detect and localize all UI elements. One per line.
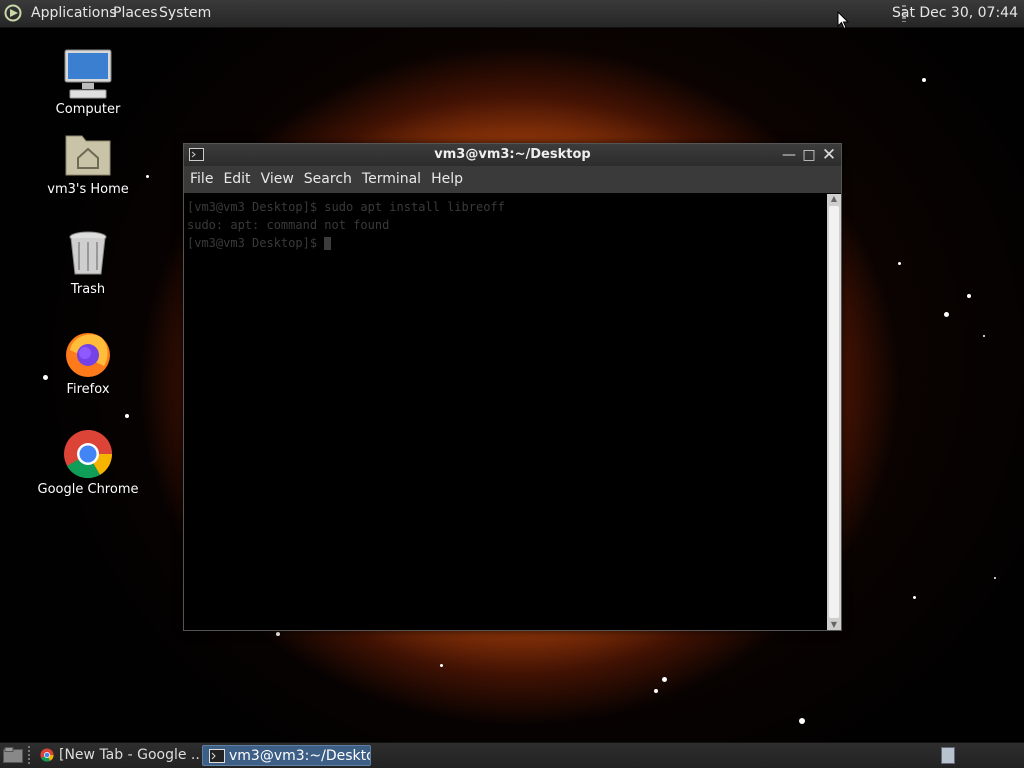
star — [276, 632, 280, 636]
menu-help[interactable]: Help — [426, 166, 468, 193]
star — [922, 78, 926, 82]
scroll-up-icon[interactable]: ▲ — [827, 194, 841, 204]
close-button[interactable]: ✕ — [821, 147, 837, 164]
trash-icon — [62, 228, 114, 280]
chrome-icon — [62, 428, 114, 480]
computer-icon — [62, 48, 114, 100]
places-menu[interactable]: Places — [113, 0, 158, 27]
star — [799, 718, 805, 724]
terminal-icon — [209, 749, 225, 763]
star — [662, 677, 667, 682]
desktop-icon-trash[interactable]: Trash — [33, 228, 143, 297]
menu-search[interactable]: Search — [299, 166, 357, 193]
maximize-button[interactable]: □ — [801, 147, 817, 163]
applications-menu[interactable]: Applications — [31, 0, 117, 27]
desktop-icon-label: Trash — [70, 282, 106, 297]
taskbar-item-terminal[interactable]: vm3@vm3:~/Desktop — [202, 745, 371, 766]
firefox-icon — [62, 328, 114, 380]
desktop-icon-firefox[interactable]: Firefox — [33, 328, 143, 397]
distro-logo-icon[interactable] — [4, 4, 24, 22]
text-cursor — [324, 237, 332, 250]
terminal-menubar: File Edit View Search Terminal Help — [184, 166, 841, 193]
top-panel: Applications Places System Sat Dec 30, 0… — [0, 0, 1024, 28]
terminal-output[interactable]: [vm3@vm3 Desktop]$ sudo apt install libr… — [184, 194, 827, 630]
system-menu[interactable]: System — [159, 0, 211, 27]
star — [146, 175, 149, 178]
desktop-icon-label: vm3's Home — [47, 182, 129, 197]
star — [967, 294, 971, 298]
taskbar-item-label: [New Tab - Google ... — [59, 747, 200, 763]
window-title: vm3@vm3:~/Desktop — [434, 147, 591, 162]
menu-file[interactable]: File — [184, 166, 218, 193]
panel-handle[interactable] — [28, 746, 30, 764]
star — [913, 596, 916, 599]
menu-edit[interactable]: Edit — [218, 166, 255, 193]
terminal-window[interactable]: vm3@vm3:~/Desktop — □ ✕ File Edit View Sear… — [183, 143, 842, 631]
chrome-icon — [40, 748, 54, 762]
desktop-icon-chrome[interactable]: Google Chrome — [33, 428, 143, 497]
star — [944, 312, 949, 317]
scroll-down-icon[interactable]: ▼ — [827, 620, 841, 630]
minimize-button[interactable]: — — [781, 147, 797, 163]
star — [440, 664, 443, 667]
desktop-icon-label: Firefox — [66, 382, 110, 397]
terminal-scrollbar[interactable]: ▲ ▼ — [827, 194, 841, 630]
star — [994, 577, 996, 579]
workspace-switcher[interactable] — [941, 747, 955, 764]
desktop-icon-home[interactable]: vm3's Home — [33, 128, 143, 197]
mouse-pointer-icon — [837, 11, 849, 30]
terminal-prompt-line: [vm3@vm3 Desktop]$ — [187, 234, 824, 252]
home-folder-icon — [62, 128, 114, 180]
show-desktop-icon[interactable] — [3, 747, 23, 763]
bottom-panel: [New Tab - Google ... vm3@vm3:~/Desktop — [0, 742, 1024, 768]
taskbar-item-label: vm3@vm3:~/Desktop — [229, 748, 371, 764]
star — [983, 335, 985, 337]
terminal-line: sudo: apt: command not found — [187, 218, 390, 232]
terminal-prompt: [vm3@vm3 Desktop]$ — [187, 236, 325, 250]
terminal-line: [vm3@vm3 Desktop]$ sudo apt install libr… — [187, 200, 505, 214]
desktop-icon-computer[interactable]: Computer — [33, 48, 143, 117]
star — [898, 262, 901, 265]
scrollbar-thumb[interactable] — [829, 206, 839, 618]
menu-terminal[interactable]: Terminal — [357, 166, 426, 193]
menu-view[interactable]: View — [256, 166, 299, 193]
star — [654, 689, 658, 693]
clock[interactable]: Sat Dec 30, 07:44 — [892, 0, 1018, 27]
desktop-icon-label: Google Chrome — [37, 482, 139, 497]
star — [125, 414, 129, 418]
window-titlebar[interactable]: vm3@vm3:~/Desktop — □ ✕ — [184, 144, 841, 166]
taskbar-item-chrome[interactable]: [New Tab - Google ... — [33, 745, 200, 766]
desktop-icon-label: Computer — [55, 102, 121, 117]
